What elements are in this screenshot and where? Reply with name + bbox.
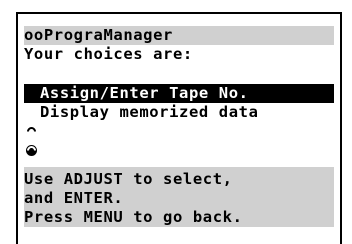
menu-item-display-data[interactable]: Display memorized data [24, 103, 334, 156]
menu-item-label: Assign/Enter Tape No. [40, 84, 249, 102]
screen-title: ooPrograManager [24, 26, 334, 45]
radio-selected-icon [25, 87, 38, 137]
help-panel: Use ADJUST to select, and ENTER. Press M… [24, 167, 334, 227]
choices-prompt: Your choices are: [24, 45, 193, 63]
help-line-1: Use ADJUST to select, [24, 170, 233, 188]
help-line-3: Press MENU to go back. [24, 208, 243, 226]
radio-unselected-icon [25, 106, 38, 156]
menu-item-label: Display memorized data [40, 103, 259, 121]
menu-item-assign-tape[interactable]: Assign/Enter Tape No. [24, 84, 334, 137]
help-line-2: and ENTER. [24, 189, 124, 207]
lcd-screen: ooPrograManager Your choices are: Assign… [16, 12, 342, 244]
